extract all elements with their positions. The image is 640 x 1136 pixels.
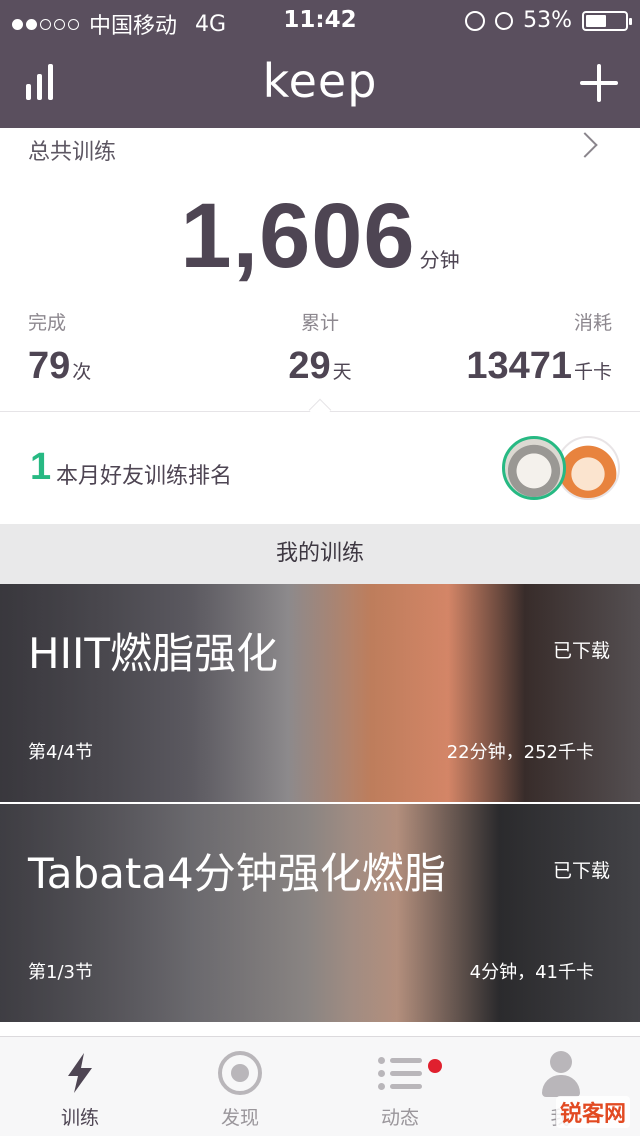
- feed-icon: [378, 1051, 422, 1095]
- card-title: Tabata4分钟强化燃脂: [28, 849, 446, 898]
- stat-days: 累计 29 天: [220, 308, 420, 388]
- download-status: 已下载: [552, 640, 610, 662]
- tab-bar: 训练 发现 动态 我 锐客网: [0, 1036, 640, 1136]
- status-bar: 中国移动 4G 11:42 53%: [0, 0, 640, 40]
- top-bar: 中国移动 4G 11:42 53% keep: [0, 0, 640, 128]
- notification-badge: [428, 1059, 442, 1073]
- rotation-lock-icon: [465, 10, 486, 31]
- total-value: 1,606: [180, 185, 416, 287]
- bolt-icon: [68, 1053, 92, 1093]
- nav-bar: keep: [0, 40, 640, 128]
- battery-icon: [582, 10, 632, 31]
- stat-value: 29: [288, 345, 331, 387]
- tab-label: 发现: [220, 1107, 259, 1129]
- card-meta: 4分钟，41千卡: [469, 962, 594, 983]
- rank-label: 本月好友训练排名: [56, 464, 233, 489]
- summary-label: 总共训练: [28, 140, 117, 165]
- card-section: 第4/4节: [28, 742, 93, 763]
- stat-label: 完成: [28, 312, 67, 334]
- target-icon: [218, 1051, 262, 1095]
- stat-label: 累计: [300, 312, 339, 334]
- training-summary[interactable]: 总共训练 1,606 分钟 完成 79 次 累计 29 天 消耗 13471 千卡: [0, 128, 640, 422]
- rank-number: 1: [30, 446, 52, 488]
- section-header: 我的训练: [0, 524, 640, 584]
- tab-label: 训练: [60, 1107, 99, 1129]
- battery-percent: 53%: [523, 8, 572, 33]
- stat-unit: 千卡: [573, 361, 612, 383]
- card-meta: 22分钟，252千卡: [446, 742, 594, 763]
- stat-calories: 消耗 13471 千卡: [466, 308, 612, 388]
- card-title: HIIT燃脂强化: [28, 629, 279, 678]
- tab-discover[interactable]: 发现: [160, 1037, 320, 1136]
- app-logo: keep: [262, 54, 378, 108]
- stat-value: 79: [28, 345, 71, 387]
- plus-icon[interactable]: [580, 64, 618, 102]
- stat-completed: 完成 79 次: [28, 308, 91, 388]
- total-unit: 分钟: [419, 248, 460, 272]
- chevron-right-icon[interactable]: [572, 132, 598, 158]
- stat-unit: 天: [332, 361, 352, 383]
- tab-training[interactable]: 训练: [0, 1037, 160, 1136]
- friend-avatar[interactable]: [502, 436, 566, 500]
- training-card[interactable]: HIIT燃脂强化 已下载 第4/4节 22分钟，252千卡: [0, 584, 640, 802]
- friends-ranking[interactable]: 1 本月好友训练排名: [0, 412, 640, 524]
- stat-label: 消耗: [573, 312, 612, 334]
- download-status: 已下载: [552, 860, 610, 882]
- watermark: 锐客网: [555, 1096, 630, 1128]
- stat-value: 13471: [466, 345, 572, 387]
- person-icon: [538, 1051, 582, 1097]
- total-minutes: 1,606 分钟: [0, 184, 640, 289]
- tab-label: 动态: [380, 1107, 419, 1129]
- training-card[interactable]: Tabata4分钟强化燃脂 已下载 第1/3节 4分钟，41千卡: [0, 804, 640, 1022]
- alarm-icon: [495, 11, 514, 30]
- tab-feed[interactable]: 动态: [320, 1037, 480, 1136]
- card-section: 第1/3节: [28, 962, 93, 983]
- stat-unit: 次: [72, 361, 92, 383]
